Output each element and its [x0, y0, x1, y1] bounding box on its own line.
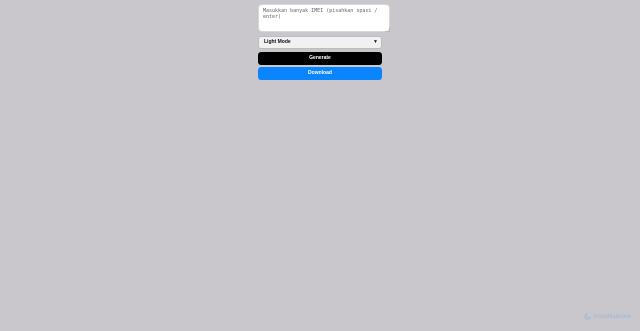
- watermark: ScanMalware: [584, 313, 631, 320]
- page: Light Mode ▼ Generate Download ScanMalwa…: [0, 0, 640, 331]
- resize-grip-icon[interactable]: [385, 27, 390, 32]
- imei-input[interactable]: [258, 4, 390, 32]
- watermark-text: ScanMalware: [592, 313, 631, 320]
- mode-select[interactable]: Light Mode ▼: [258, 36, 382, 49]
- download-button[interactable]: Download: [258, 67, 382, 80]
- imei-input-wrapper: [258, 4, 390, 32]
- imei-form: Light Mode ▼ Generate Download: [258, 4, 390, 80]
- generate-button[interactable]: Generate: [258, 52, 382, 65]
- mode-select-value: Light Mode: [264, 39, 291, 45]
- scanmalware-logo-icon: [584, 313, 591, 320]
- chevron-down-icon: ▼: [373, 39, 378, 45]
